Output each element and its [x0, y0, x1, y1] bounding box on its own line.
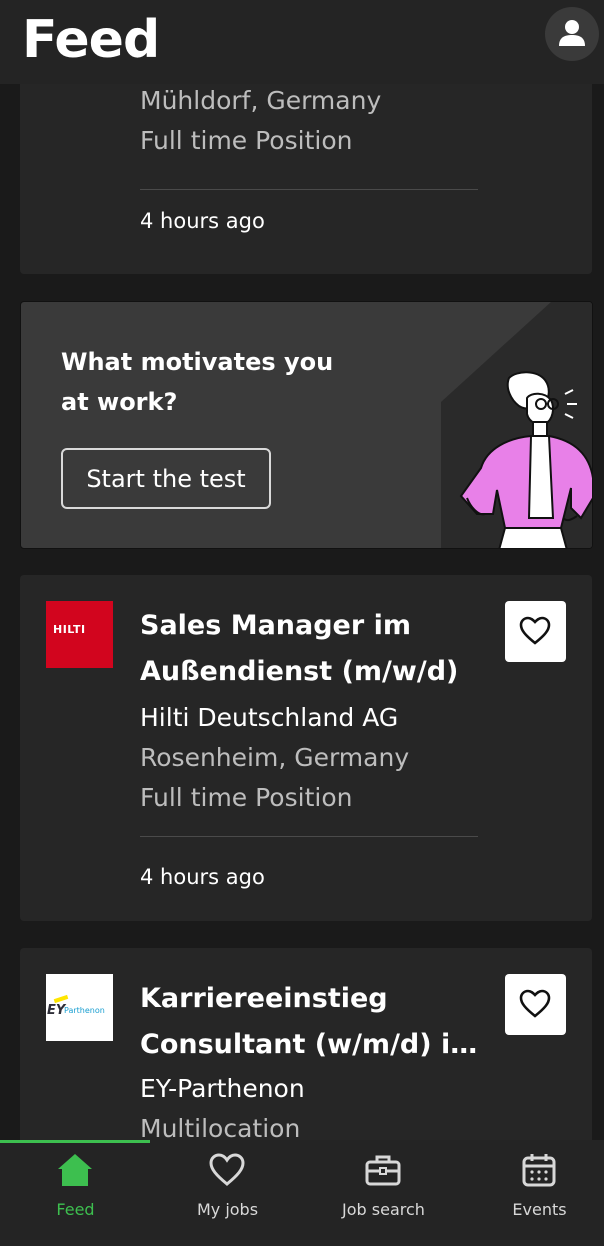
calendar-icon [522, 1154, 556, 1187]
job-company: Hilti Deutschland AG [140, 703, 399, 732]
company-logo: EY Parthenon [46, 974, 113, 1041]
job-posted-time: 4 hours ago [140, 209, 265, 233]
motivation-test-banner: What motivates you at work? Start the te… [20, 301, 593, 549]
logo-beam [53, 994, 69, 1004]
tab-my-jobs[interactable]: My jobs [152, 1140, 303, 1246]
card-divider [140, 189, 478, 190]
profile-button[interactable] [545, 7, 599, 61]
job-posted-time: 4 hours ago [140, 865, 265, 889]
job-card[interactable]: HILTI Sales Manager im Außendienst (m/w/… [20, 575, 592, 921]
company-logo-brand: Parthenon [64, 1006, 105, 1015]
company-logo-text: EY [47, 1003, 66, 1018]
job-location: Multilocation [140, 1114, 301, 1140]
save-job-button[interactable] [505, 974, 566, 1035]
tab-job-search[interactable]: Job search [308, 1140, 459, 1246]
company-logo: HILTI [46, 601, 113, 668]
tab-events[interactable]: Events [464, 1140, 604, 1246]
job-title[interactable]: Sales Manager im Außendienst (m/w/d) [140, 603, 490, 695]
job-employment-type: Full time Position [140, 783, 353, 812]
job-card[interactable]: EY Parthenon Karriereeinstieg Consultant… [20, 948, 592, 1140]
job-location: Rosenheim, Germany [140, 743, 410, 772]
tab-label: Events [512, 1200, 567, 1219]
heart-icon [519, 989, 551, 1018]
tab-label: Job search [342, 1200, 425, 1219]
job-title-line-2[interactable]: Consultant (w/m/d) im... [140, 1022, 490, 1068]
tab-label: Feed [56, 1200, 95, 1219]
job-company: EY-Parthenon [140, 1074, 305, 1103]
bottom-tab-bar: Feed My jobs Job search Events [0, 1140, 604, 1246]
company-logo-text: HILTI [53, 623, 86, 636]
job-employment-type: Full time Position [140, 126, 353, 155]
job-card[interactable]: Mühldorf, Germany Full time Position 4 h… [20, 84, 592, 274]
person-illustration [459, 371, 592, 548]
user-icon [559, 20, 585, 46]
home-icon [58, 1154, 92, 1186]
app-header: Feed [0, 0, 604, 84]
heart-icon [209, 1153, 245, 1186]
page-title: Feed [22, 10, 160, 70]
save-job-button[interactable] [505, 601, 566, 662]
card-divider [140, 836, 478, 837]
start-test-button[interactable]: Start the test [61, 448, 271, 509]
job-location: Mühldorf, Germany [140, 86, 382, 115]
job-title-line-1[interactable]: Karriereeinstieg [140, 976, 490, 1022]
tab-label: My jobs [196, 1200, 259, 1219]
briefcase-icon [365, 1155, 401, 1186]
tab-feed[interactable]: Feed [0, 1140, 151, 1246]
feed-list[interactable]: Mühldorf, Germany Full time Position 4 h… [0, 84, 604, 1140]
heart-icon [519, 616, 551, 645]
promo-question: What motivates you at work? [61, 348, 334, 416]
